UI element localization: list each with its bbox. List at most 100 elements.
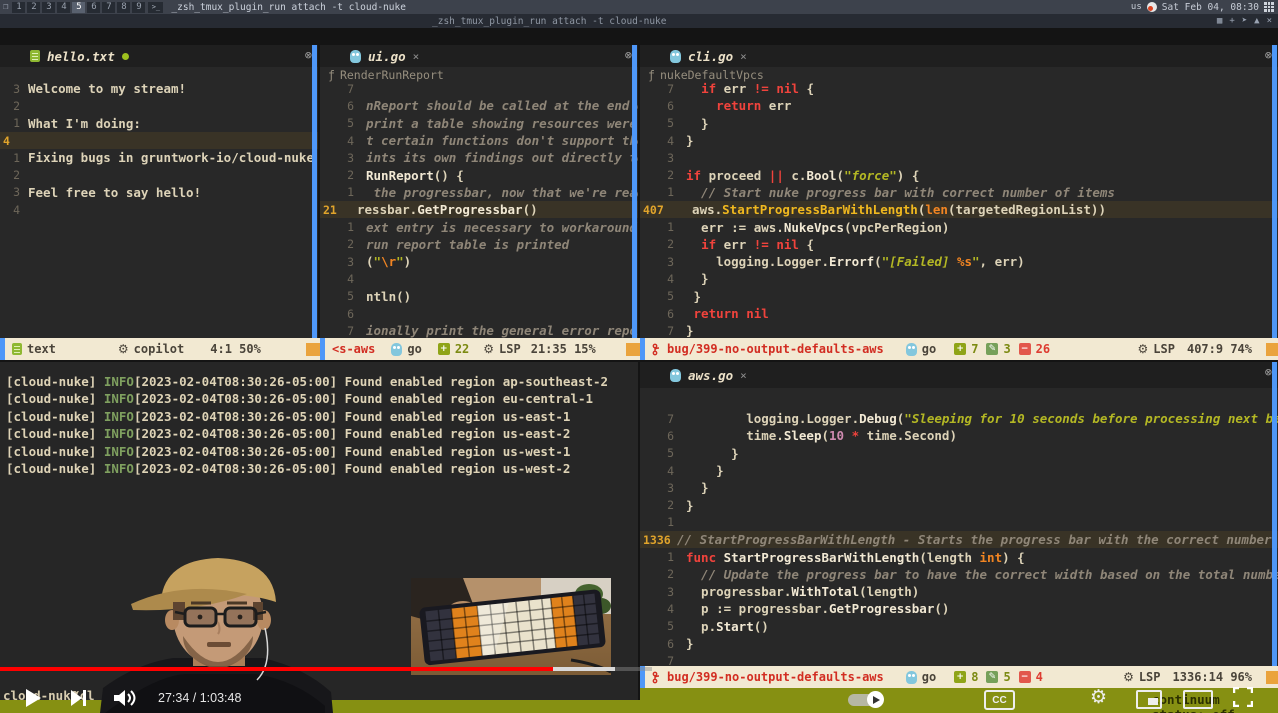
code-line: 1What I'm doing: <box>0 115 318 132</box>
workspace-button-7[interactable]: 7 <box>102 2 115 13</box>
line-number: 6 <box>320 307 366 321</box>
plus-icon[interactable]: + <box>1229 16 1234 26</box>
pane-close-icon[interactable]: ⊗ <box>625 48 632 62</box>
theater-mode-button[interactable] <box>1183 690 1213 709</box>
tab-close-icon[interactable]: × <box>740 369 747 382</box>
cursor-position: 1336:14 96% <box>1173 670 1252 684</box>
code-line: 1 <box>640 514 1278 531</box>
line-number: 7 <box>320 324 366 338</box>
go-lang-icon <box>906 343 917 356</box>
scrollbar[interactable] <box>632 45 637 338</box>
play-button[interactable] <box>24 688 42 708</box>
pane-close-icon[interactable]: ⊗ <box>305 48 312 62</box>
tab-close-icon[interactable]: × <box>413 50 420 63</box>
workspace-button-2[interactable]: 2 <box>27 2 40 13</box>
code-line: 4 } <box>640 270 1278 287</box>
workspace-button-5[interactable]: 5 <box>72 2 85 13</box>
cursor-position: 21:35 15% <box>531 342 596 356</box>
line-number: 1336 <box>640 533 677 547</box>
workspace-button-8[interactable]: 8 <box>117 2 130 13</box>
editor-pane-aws[interactable]: aws.go × ⊗ 7 logging.Logger.Debug("Sleep… <box>640 362 1278 666</box>
statusline-ui: <s-aws go + 22 ⚙ LSP 21:35 15% <box>320 338 662 360</box>
up-icon[interactable]: ▲ <box>1254 16 1259 26</box>
line-number: 3 <box>640 585 686 599</box>
tab-cli-go[interactable]: cli.go <box>688 49 733 64</box>
next-button[interactable] <box>70 688 87 708</box>
scrollbar[interactable] <box>312 45 317 338</box>
line-number: 2 <box>0 168 28 182</box>
git-branch: <s-aws <box>332 342 375 356</box>
tab-aws-go[interactable]: aws.go <box>688 368 733 383</box>
log-line: [cloud-nuke] INFO[2023-02-04T08:30:26-05… <box>6 391 593 407</box>
app-grid-icon[interactable] <box>1264 2 1274 12</box>
code-line: 4 <box>0 201 318 218</box>
editor-pane-cli[interactable]: cli.go × ⊗ ƒ nukeDefaultVpcs 7 if err !=… <box>640 45 1278 338</box>
line-number: 5 <box>640 446 686 460</box>
progress-played <box>0 667 553 671</box>
line-number: 4 <box>0 203 28 217</box>
settings-gear-button[interactable]: ⚙ <box>1090 686 1107 708</box>
window-list-entry[interactable]: _zsh_tmux_plugin_run attach -t cloud-nuk… <box>432 16 667 27</box>
code-line: 3Welcome to my stream! <box>0 80 318 97</box>
scrollbar[interactable] <box>1272 45 1277 338</box>
log-line: [cloud-nuke] INFO[2023-02-04T08:30:26-05… <box>6 426 570 442</box>
grid-icon[interactable]: ▦ <box>1217 16 1222 26</box>
log-line: [cloud-nuke] INFO[2023-02-04T08:30:26-05… <box>6 444 570 460</box>
tab-close-icon[interactable]: × <box>740 50 747 63</box>
workspace-button-1[interactable]: 1 <box>12 2 25 13</box>
editor-pane-ui[interactable]: ui.go × ⊗ ƒ RenderRunReport 76nReport sh… <box>320 45 638 338</box>
lsp-label: LSP <box>499 342 521 356</box>
lsp-label: LSP <box>1139 670 1161 684</box>
miniplayer-button[interactable] <box>1136 690 1162 709</box>
keyboard-layout-indicator[interactable]: us <box>1131 2 1142 12</box>
line-number: 3 <box>640 481 686 495</box>
tab-ui-go[interactable]: ui.go <box>368 49 406 64</box>
autoplay-toggle[interactable] <box>848 694 882 706</box>
modified-count: 3 <box>1003 342 1010 356</box>
fullscreen-button[interactable] <box>1233 687 1253 707</box>
added-count: 7 <box>971 342 978 356</box>
code-line: 2 // Update the progress bar to have the… <box>640 566 1278 583</box>
code-line: 3("\r") <box>320 253 638 270</box>
pane-close-icon[interactable]: ⊗ <box>1265 365 1272 379</box>
close-icon[interactable]: × <box>1267 16 1272 26</box>
code-line: 3 <box>640 149 1278 166</box>
added-icon: + <box>438 343 450 355</box>
code-line: 1 the progressbar, now that we're ready … <box>320 184 638 201</box>
recorder-tray-icon[interactable] <box>1147 2 1157 12</box>
code-line: 7 <box>320 80 638 97</box>
line-number: 6 <box>320 99 366 113</box>
volume-button[interactable] <box>112 688 136 708</box>
pane-close-icon[interactable]: ⊗ <box>1265 48 1272 62</box>
statusline-cli: bug/399-no-output-defaults-aws go + 7 ✎ … <box>640 338 1278 360</box>
editor-pane-hello[interactable]: hello.txt ⊗ 3Welcome to my stream!21What… <box>0 45 318 338</box>
arrow-icon[interactable]: ➤ <box>1242 16 1247 26</box>
lsp-gear-icon: ⚙ <box>483 342 494 356</box>
code-line: 1Fixing bugs in gruntwork-io/cloud-nuke <box>0 149 318 166</box>
line-number: 7 <box>640 412 686 426</box>
filetype-icon <box>12 343 22 355</box>
keyboard-cam-overlay <box>411 578 611 675</box>
time-display: 27:34 / 1:03:48 <box>158 691 241 705</box>
terminal-launcher-icon[interactable]: >_ <box>148 2 163 13</box>
line-number: 3 <box>320 255 366 269</box>
workspace-button-9[interactable]: 9 <box>132 2 145 13</box>
code-line: 7 logging.Logger.Debug("Sleeping for 10 … <box>640 410 1278 427</box>
workspace-button-3[interactable]: 3 <box>42 2 55 13</box>
window-list-panel: _zsh_tmux_plugin_run attach -t cloud-nuk… <box>0 14 1278 28</box>
code-line: 3ints its own findings out directly to o… <box>320 149 638 166</box>
tab-hello-txt[interactable]: hello.txt <box>47 49 115 64</box>
workspace-button-6[interactable]: 6 <box>87 2 100 13</box>
code-line: 7 if err != nil { <box>640 80 1278 97</box>
go-file-icon <box>670 369 681 382</box>
line-number: 2 <box>640 498 686 512</box>
scrollbar[interactable] <box>1272 362 1277 666</box>
progress-buffer <box>553 667 615 671</box>
workspace-button-4[interactable]: 4 <box>57 2 70 13</box>
code-line: 2 <box>0 97 318 114</box>
go-lang-icon <box>906 671 917 684</box>
code-area: 3Welcome to my stream!21What I'm doing:4… <box>0 80 318 218</box>
subtitles-button[interactable]: CC <box>984 690 1015 710</box>
video-progress-bar[interactable] <box>0 667 1278 671</box>
code-line: 2if proceed || c.Bool("force") { <box>640 166 1278 183</box>
